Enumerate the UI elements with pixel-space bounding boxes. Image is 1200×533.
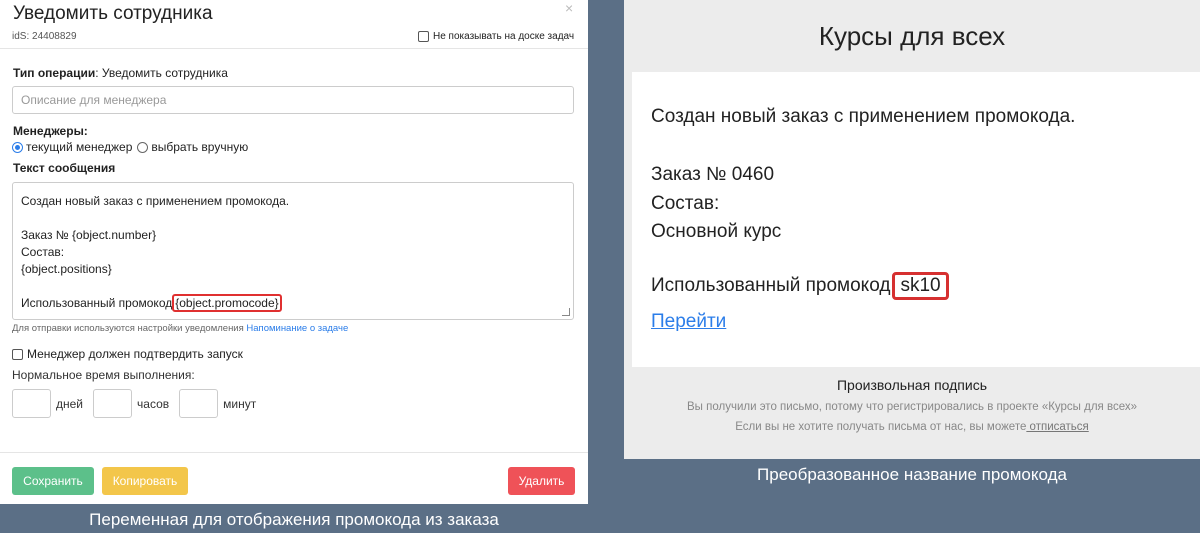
confirm-launch-row[interactable]: Менеджер должен подтвердить запуск [12,347,243,361]
email-footer-unsubscribe: Если вы не хотите получать письма от нас… [624,421,1200,433]
copy-button[interactable]: Копировать [102,467,188,495]
confirm-launch-checkbox[interactable] [12,348,23,360]
promocode-value-highlight: sk10 [892,272,949,300]
email-body: Создан новый заказ с применением промоко… [632,72,1200,367]
caption-left: Переменная для отображения промокода из … [89,510,499,529]
hours-label: часов [137,396,170,411]
email-go-link[interactable]: Перейти [651,311,726,333]
email-preview: Курсы для всех Создан новый заказ с прим… [624,0,1200,459]
email-line: Создан новый заказ с применением промоко… [651,106,1076,127]
managers-label: Менеджеры: [13,124,88,138]
confirm-launch-label: Менеджер должен подтвердить запуск [27,347,243,361]
managers-radio-group: текущий менеджер выбрать вручную [12,140,248,154]
hide-on-board-checkbox[interactable] [418,31,429,42]
notification-hint: Для отправки используются настройки увед… [12,323,348,334]
promocode-variable-highlight: {object.promocode} [172,294,282,312]
message-line: Создан новый заказ с применением промоко… [21,194,290,208]
hours-input[interactable] [93,389,133,418]
minutes-input[interactable] [179,389,219,418]
promocode-prefix: Использованный промокод [21,296,173,310]
message-line: {object.positions} [21,262,112,276]
hide-on-board-label: Не показывать на доске задач [433,31,575,42]
hide-on-board-checkbox-row[interactable]: Не показывать на доске задач [418,31,574,42]
email-footer-note: Вы получили это письмо, потому что регис… [686,401,1138,413]
message-line: Использованный промокод {object.promocode… [21,294,565,312]
days-label: дней [56,396,84,411]
divider [0,452,588,453]
close-icon[interactable]: × [565,0,573,16]
normal-time-inputs: дней часов минут [12,389,266,418]
email-order: Заказ № 0460 [651,164,775,185]
email-promo-line: Использованный промокод sk10 [651,272,949,300]
save-button[interactable]: Сохранить [12,467,94,495]
message-line: Заказ № {object.number} [21,228,157,242]
radio-current-manager[interactable] [12,141,23,153]
email-promo-prefix: Использованный промокод [651,275,891,296]
dialog-ids: idS: 24408829 [12,31,77,42]
divider [0,48,588,49]
caption-right: Преобразованное название промокода [757,465,1067,484]
radio-select-manually-label: выбрать вручную [151,140,249,154]
email-composition: Состав: [651,193,720,214]
notify-employee-dialog: Уведомить сотрудника × idS: 24408829 Не … [0,0,588,504]
radio-select-manually[interactable] [137,141,149,153]
email-header: Курсы для всех [818,20,1006,51]
message-text-label: Текст сообщения [13,161,116,175]
hint-text: Для отправки используются настройки увед… [12,323,247,334]
hint-link[interactable]: Напоминание о задаче [246,323,348,334]
email-signature: Произвольная подпись [836,377,987,393]
message-line: Состав: [21,245,65,259]
operation-value: : Уведомить сотрудника [95,66,228,80]
delete-button[interactable]: Удалить [508,467,575,495]
operation-type: Тип операции: Уведомить сотрудника [13,66,228,80]
dialog-title: Уведомить сотрудника [13,3,213,24]
resize-handle-icon[interactable] [562,308,570,316]
unsubscribe-prefix: Если вы не хотите получать письма от нас… [735,421,1027,433]
operation-label: Тип операции [13,66,96,80]
email-course: Основной курс [651,221,782,242]
manager-description-input[interactable] [12,86,574,114]
radio-current-manager-label: текущий менеджер [26,140,133,154]
days-input[interactable] [12,389,51,418]
normal-time-label: Нормальное время выполнения: [12,368,195,382]
unsubscribe-link[interactable]: отписаться [1026,421,1089,433]
minutes-label: минут [223,396,257,411]
message-textarea[interactable]: Создан новый заказ с применением промоко… [12,182,574,320]
